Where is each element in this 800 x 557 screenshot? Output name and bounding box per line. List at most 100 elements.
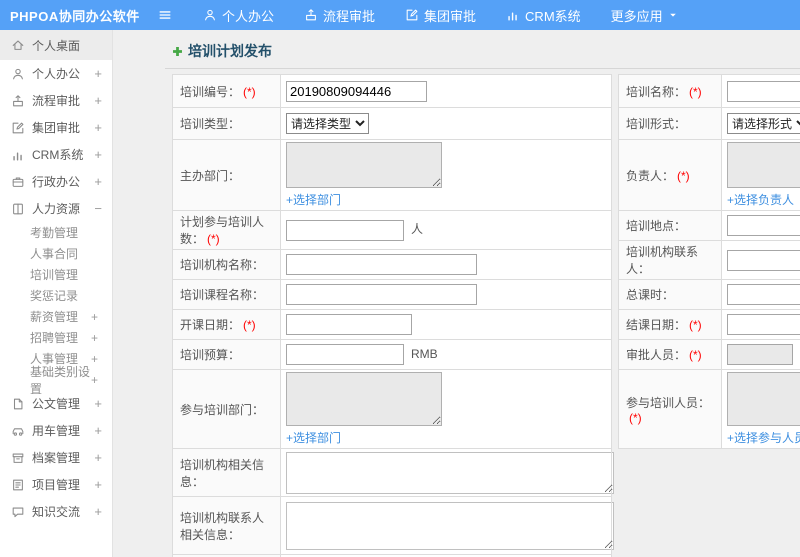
form-row: 结课日期： (*) <box>618 309 800 340</box>
sidebar-item-label: 用车管理 <box>32 424 81 438</box>
org_name-input[interactable] <box>286 254 477 275</box>
sidebar-item-archive[interactable]: 档案管理 + <box>0 444 112 471</box>
training_name-label: 培训名称： <box>626 84 687 99</box>
host_dept-textarea[interactable] <box>286 142 442 188</box>
org_info-textarea[interactable] <box>286 451 614 494</box>
total_hours-field-cell <box>721 279 800 310</box>
briefcase-icon <box>11 175 25 189</box>
chart-icon <box>506 8 520 22</box>
nav-item-personal-office[interactable]: 个人办公 <box>188 0 289 30</box>
expand-plus-icon[interactable]: + <box>91 331 98 345</box>
sidebar-item-personal-desktop[interactable]: 个人桌面 <box>0 30 112 60</box>
leader-field-cell: +选择负责人 <box>721 139 800 211</box>
expand-plus-icon[interactable]: + <box>91 373 98 387</box>
sidebar-item-vehicle[interactable]: 用车管理 + <box>0 417 112 444</box>
training_form-select[interactable]: 请选择形式 <box>727 113 800 134</box>
form-row: 培训机构联系人相关信息： <box>172 496 614 555</box>
expand-plus-icon[interactable]: + <box>94 397 102 410</box>
expand-plus-icon[interactable]: + <box>94 478 102 491</box>
form-row: 培训机构名称： <box>172 249 612 280</box>
nav-item-flow-approval[interactable]: 流程审批 <box>289 0 390 30</box>
flow-icon <box>304 8 318 22</box>
sidebar-item-flow-approval[interactable]: 流程审批 + <box>0 87 112 114</box>
training-form: 培训编号：(*)培训类型：请选择类型主办部门：+选择部门计划参与培训人数：(*)… <box>165 69 800 557</box>
form-row: 培训类型： 请选择类型 <box>172 107 612 140</box>
collapse-minus-icon[interactable]: − <box>94 202 102 215</box>
join_people-textarea[interactable] <box>727 372 800 426</box>
page-title: 培训计划发布 <box>188 43 272 59</box>
approver-input[interactable] <box>727 344 793 365</box>
host_dept-select-link[interactable]: +选择部门 <box>286 191 341 208</box>
sidebar-item-official-doc[interactable]: 公文管理 + <box>0 390 112 417</box>
training_type-select[interactable]: 请选择类型 <box>286 113 369 134</box>
start_date-input[interactable] <box>286 314 412 335</box>
expand-plus-icon[interactable]: + <box>94 505 102 518</box>
location-input[interactable] <box>727 215 800 236</box>
expand-plus-icon[interactable]: + <box>94 94 102 107</box>
sidebar: 个人桌面 个人办公 + 流程审批 + 集团审批 + CRM系统 + 行政办公 + 人力资源 − 考勤管理人… <box>0 30 113 557</box>
leader-select-link[interactable]: +选择负责人 <box>727 191 794 208</box>
sidebar-item-label: 个人桌面 <box>32 38 81 53</box>
training_no-input[interactable] <box>286 80 427 102</box>
sidebar-subitem-training[interactable]: 培训管理 <box>0 264 112 285</box>
nav-label: 流程审批 <box>323 8 376 24</box>
expand-plus-icon[interactable]: + <box>91 352 98 366</box>
expand-plus-icon[interactable]: + <box>94 67 102 80</box>
training_name-input[interactable] <box>727 80 800 102</box>
sidebar-item-hr[interactable]: 人力资源 − <box>0 195 112 222</box>
start_date-field-cell <box>280 309 612 340</box>
hamburger-icon[interactable] <box>148 8 182 22</box>
car-icon <box>11 424 25 438</box>
training_no-label: 培训编号： <box>180 84 241 99</box>
sidebar-item-label: 知识交流 <box>32 505 81 519</box>
sidebar-item-label: 流程审批 <box>32 94 81 108</box>
sidebar-item-group-approval[interactable]: 集团审批 + <box>0 114 112 141</box>
nav-item-crm-system[interactable]: CRM系统 <box>491 0 596 30</box>
expand-plus-icon[interactable]: + <box>94 451 102 464</box>
budget-input[interactable] <box>286 344 404 365</box>
sidebar-subitem-attendance[interactable]: 考勤管理 <box>0 222 112 243</box>
join_people-select-link[interactable]: +选择参与人员 <box>727 429 800 446</box>
sidebar-item-knowledge[interactable]: 知识交流 + <box>0 498 112 525</box>
sidebar-item-crm-system[interactable]: CRM系统 + <box>0 141 112 168</box>
expand-plus-icon[interactable]: + <box>91 310 98 324</box>
end_date-label: 结课日期： <box>626 318 687 332</box>
join_people-label-cell: 参与培训人员：(*) <box>618 369 722 449</box>
sidebar-subitem-hr-contract[interactable]: 人事合同 <box>0 243 112 264</box>
sidebar-item-project[interactable]: 项目管理 + <box>0 471 112 498</box>
org_contact-input[interactable] <box>727 249 800 271</box>
form-row: 培训形式： 请选择形式 <box>618 107 800 140</box>
expand-plus-icon[interactable]: + <box>94 121 102 134</box>
form-row: 培训地点： <box>618 210 800 241</box>
join_dept-textarea[interactable] <box>286 372 442 426</box>
leader-textarea[interactable] <box>727 142 800 188</box>
expand-plus-icon[interactable]: + <box>94 175 102 188</box>
sidebar-subitem-reward-punish[interactable]: 奖惩记录 <box>0 285 112 306</box>
join_dept-select-link[interactable]: +选择部门 <box>286 429 341 446</box>
expand-plus-icon[interactable]: + <box>94 148 102 161</box>
sidebar-item-personal-office[interactable]: 个人办公 + <box>0 60 112 87</box>
form-row: 主办部门： +选择部门 <box>172 139 612 211</box>
org_contact_info-textarea[interactable] <box>286 501 614 550</box>
user-icon <box>203 8 217 22</box>
sidebar-subitem-recruit[interactable]: 招聘管理 + <box>0 327 112 348</box>
nav-item-more-apps[interactable]: 更多应用 <box>596 0 693 30</box>
sidebar-item-label: 集团审批 <box>32 121 81 135</box>
plan_people-input[interactable] <box>286 219 404 241</box>
expand-plus-icon[interactable]: + <box>94 424 102 437</box>
required-mark: (*) <box>689 318 702 332</box>
sidebar-subitem-label: 奖惩记录 <box>30 289 79 303</box>
sidebar-subitem-salary[interactable]: 薪资管理 + <box>0 306 112 327</box>
sidebar-subitem-label: 招聘管理 <box>30 331 79 345</box>
home-icon <box>11 38 25 52</box>
sidebar-subitem-base-category[interactable]: 基础类别设置 + <box>0 365 112 396</box>
sidebar-item-admin-office[interactable]: 行政办公 + <box>0 168 112 195</box>
end_date-input[interactable] <box>727 314 800 335</box>
flow-icon <box>11 94 25 108</box>
form-row: 负责人： (*) +选择负责人 <box>618 139 800 211</box>
user-icon <box>11 67 25 81</box>
total_hours-input[interactable] <box>727 284 800 305</box>
course_name-input[interactable] <box>286 284 477 305</box>
nav-item-group-approval[interactable]: 集团审批 <box>390 0 491 30</box>
required-mark: (*) <box>629 410 642 425</box>
